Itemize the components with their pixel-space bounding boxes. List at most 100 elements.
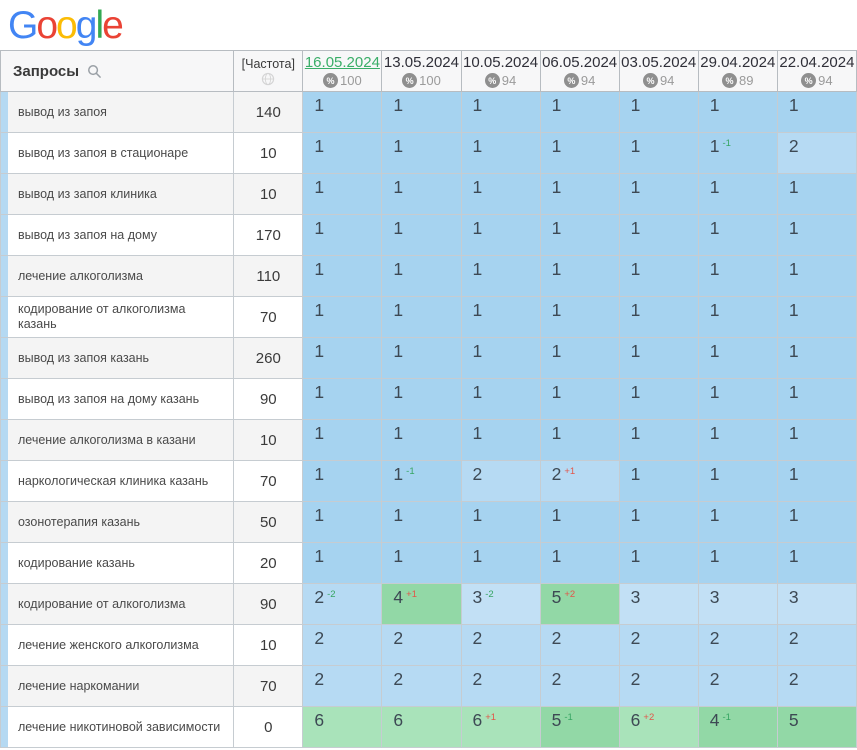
position-cell: 1 (777, 174, 856, 215)
position-cell: 1 (461, 338, 540, 379)
position-cell: 1 (619, 215, 698, 256)
position-value: 6 (631, 710, 641, 730)
position-cell: 1 (619, 174, 698, 215)
position-value: 1 (789, 259, 799, 279)
position-cell: 2 (619, 666, 698, 707)
frequency-cell: 170 (234, 215, 303, 256)
date-link[interactable]: 22.04.2024 (779, 54, 854, 71)
frequency-cell: 90 (234, 379, 303, 420)
position-cell: 1 (540, 92, 619, 133)
visibility-percent: %94 (778, 73, 856, 88)
keyword-cell[interactable]: лечение никотиновой зависимости (1, 707, 234, 748)
position-value: 1 (314, 464, 324, 484)
position-cell: 2-2 (303, 584, 382, 625)
keyword-cell[interactable]: вывод из запоя на дому казань (1, 379, 234, 420)
row-marker (1, 707, 8, 747)
position-value: 2 (552, 464, 562, 484)
position-cell: 3 (619, 584, 698, 625)
position-change: -1 (406, 466, 414, 477)
row-marker (1, 420, 8, 460)
position-cell: 1 (303, 133, 382, 174)
position-cell: 6+1 (461, 707, 540, 748)
position-cell: 2 (461, 461, 540, 502)
keyword-label: вывод из запоя на дому (18, 228, 157, 242)
position-value: 1 (473, 382, 483, 402)
search-icon[interactable] (87, 64, 102, 79)
position-cell: 1 (540, 256, 619, 297)
position-value: 1 (314, 382, 324, 402)
position-cell: 1 (461, 133, 540, 174)
keyword-cell[interactable]: вывод из запоя клиника (1, 174, 234, 215)
position-value: 2 (473, 628, 483, 648)
date-link[interactable]: 10.05.2024 (463, 54, 538, 71)
keyword-cell[interactable]: вывод из запоя казань (1, 338, 234, 379)
date-link[interactable]: 03.05.2024 (621, 54, 696, 71)
keyword-label: кодирование казань (18, 556, 135, 570)
keyword-cell[interactable]: кодирование от алкоголизма (1, 584, 234, 625)
position-cell: 1 (461, 215, 540, 256)
keyword-label: лечение алкоголизма в казани (18, 433, 196, 447)
keyword-cell[interactable]: вывод из запоя на дому (1, 215, 234, 256)
position-value: 1 (631, 382, 641, 402)
position-value: 1 (789, 546, 799, 566)
percent-value: 94 (660, 73, 674, 88)
position-cell: 1 (303, 379, 382, 420)
keyword-label: вывод из запоя в стационаре (18, 146, 188, 160)
position-value: 2 (789, 136, 799, 156)
position-cell: 1 (461, 256, 540, 297)
position-cell: 1 (777, 92, 856, 133)
position-cell: 1 (698, 174, 777, 215)
position-cell: 2 (382, 666, 461, 707)
position-cell: 2 (382, 625, 461, 666)
position-cell: 1 (619, 256, 698, 297)
table-row: кодирование от алкоголизма902-24+13-25+2… (1, 584, 857, 625)
date-link[interactable]: 13.05.2024 (384, 54, 459, 71)
position-value: 1 (789, 382, 799, 402)
keyword-cell[interactable]: наркологическая клиника казань (1, 461, 234, 502)
position-value: 2 (631, 628, 641, 648)
position-cell: 1 (619, 338, 698, 379)
position-value: 2 (789, 628, 799, 648)
keyword-cell[interactable]: вывод из запоя в стационаре (1, 133, 234, 174)
position-cell: 4-1 (698, 707, 777, 748)
position-value: 1 (710, 259, 720, 279)
date-link[interactable]: 29.04.2024 (700, 54, 775, 71)
position-cell: 1 (303, 256, 382, 297)
position-value: 1 (393, 259, 403, 279)
date-link[interactable]: 06.05.2024 (542, 54, 617, 71)
row-marker (1, 92, 8, 132)
position-value: 1 (393, 95, 403, 115)
position-cell: 1 (619, 379, 698, 420)
position-cell: 1 (540, 297, 619, 338)
keyword-cell[interactable]: лечение женского алкоголизма (1, 625, 234, 666)
position-cell: 1 (540, 133, 619, 174)
keyword-label: лечение женского алкоголизма (18, 638, 199, 652)
keyword-cell[interactable]: кодирование от алкоголизма казань (1, 297, 234, 338)
position-cell: 1 (461, 297, 540, 338)
position-cell: 1 (382, 297, 461, 338)
position-cell: 2 (619, 625, 698, 666)
position-cell: 1 (303, 338, 382, 379)
frequency-cell: 70 (234, 297, 303, 338)
position-value: 1 (473, 300, 483, 320)
keyword-cell[interactable]: кодирование казань (1, 543, 234, 584)
position-change: -2 (327, 589, 335, 600)
position-value: 1 (314, 300, 324, 320)
position-cell: 2 (777, 666, 856, 707)
keyword-cell[interactable]: лечение алкоголизма (1, 256, 234, 297)
position-value: 1 (393, 300, 403, 320)
position-cell: 2 (777, 133, 856, 174)
position-cell: 6+2 (619, 707, 698, 748)
keyword-cell[interactable]: лечение алкоголизма в казани (1, 420, 234, 461)
keyword-label: вывод из запоя клиника (18, 187, 157, 201)
position-value: 1 (631, 300, 641, 320)
globe-icon (234, 72, 302, 86)
position-value: 1 (314, 341, 324, 361)
keyword-cell[interactable]: вывод из запоя (1, 92, 234, 133)
keyword-cell[interactable]: лечение наркомании (1, 666, 234, 707)
keyword-cell[interactable]: озонотерапия казань (1, 502, 234, 543)
position-cell: 1 (382, 256, 461, 297)
date-column-header: 10.05.2024%94 (461, 51, 540, 92)
position-cell: 1 (461, 92, 540, 133)
date-link-active[interactable]: 16.05.2024 (305, 54, 380, 71)
